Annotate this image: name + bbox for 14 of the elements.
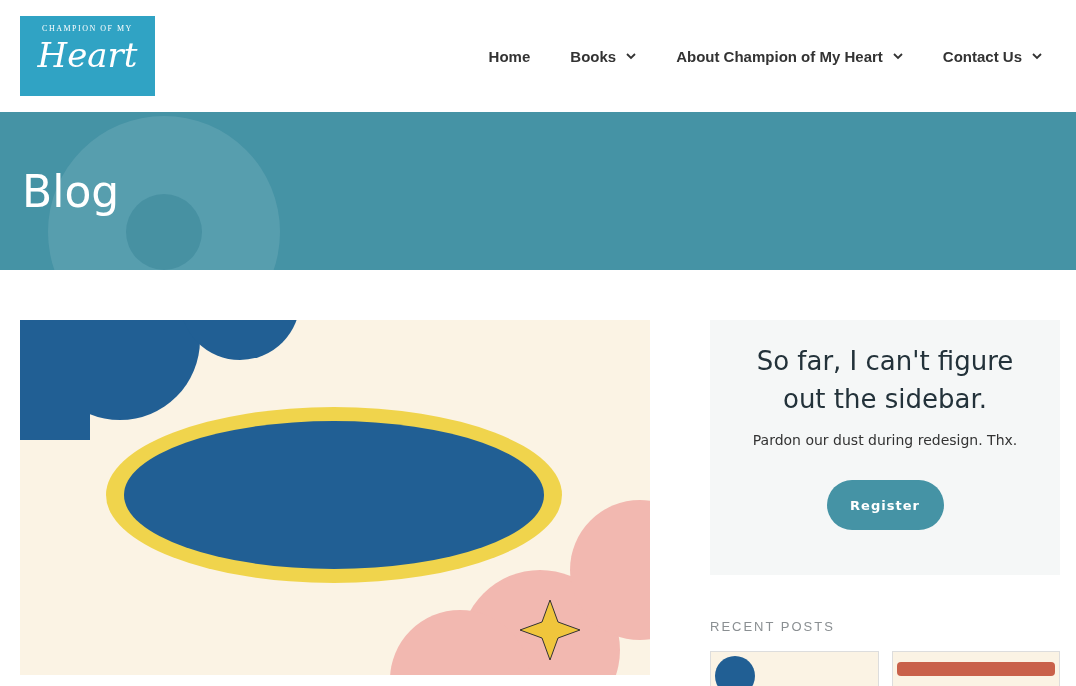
recent-posts-heading: RECENT POSTS — [710, 619, 836, 634]
logo-tagline: CHAMPION OF MY — [42, 24, 133, 33]
post-thumbnail[interactable] — [710, 651, 879, 686]
logo-wordmark: Heart — [37, 34, 138, 77]
nav-link[interactable]: Contact Us — [942, 47, 1042, 65]
nav-link[interactable]: Home — [488, 47, 531, 65]
register-button[interactable]: Register — [826, 480, 944, 530]
sidebar-heading: So far, I can't figure out the sidebar. — [755, 345, 1015, 416]
nav-link[interactable]: Books — [570, 47, 637, 65]
sidebar-text: Pardon our dust during redesign. Thx. — [752, 432, 1018, 448]
nav-link[interactable]: About Champion of My Heart — [676, 47, 903, 65]
page-title: Blog — [22, 165, 120, 217]
featured-image-drawing[interactable] — [20, 320, 650, 675]
post-thumbnail[interactable] — [891, 651, 1060, 686]
